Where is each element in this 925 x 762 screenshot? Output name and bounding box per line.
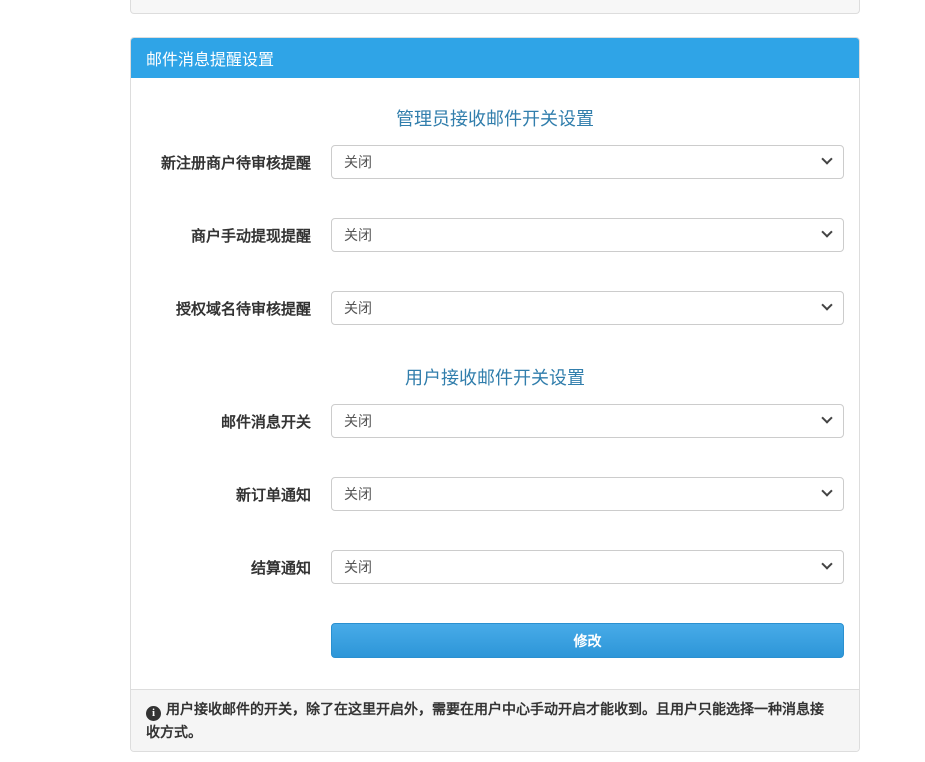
email-settings-panel: 邮件消息提醒设置 管理员接收邮件开关设置 新注册商户待审核提醒 关闭 商户手动提… — [130, 37, 860, 752]
select-wrapper: 关闭 — [331, 218, 844, 252]
new-order-notify-select[interactable]: 关闭 — [331, 477, 844, 511]
field-label-merchant-withdraw: 商户手动提现提醒 — [146, 225, 311, 246]
form-row-new-order-notify: 新订单通知 关闭 — [146, 477, 844, 511]
content-column: 邮件消息提醒设置 管理员接收邮件开关设置 新注册商户待审核提醒 关闭 商户手动提… — [130, 0, 860, 752]
field-label-email-switch: 邮件消息开关 — [146, 411, 311, 432]
select-wrapper: 关闭 — [331, 145, 844, 179]
button-row: 修改 — [146, 623, 844, 658]
section-title-admin: 管理员接收邮件开关设置 — [146, 105, 844, 131]
field-label-new-order-notify: 新订单通知 — [146, 484, 311, 505]
form-row-settlement-notify: 结算通知 关闭 — [146, 550, 844, 584]
section-title-user: 用户接收邮件开关设置 — [146, 364, 844, 390]
panel-header: 邮件消息提醒设置 — [131, 38, 859, 78]
panel-title: 邮件消息提醒设置 — [146, 52, 274, 69]
select-wrapper: 关闭 — [331, 404, 844, 438]
page: 邮件消息提醒设置 管理员接收邮件开关设置 新注册商户待审核提醒 关闭 商户手动提… — [0, 0, 925, 762]
new-merchant-review-select[interactable]: 关闭 — [331, 145, 844, 179]
panel-footer: i用户接收邮件的开关，除了在这里开启外，需要在用户中心手动开启才能收到。且用户只… — [131, 689, 859, 751]
footer-note-wrapper: i用户接收邮件的开关，除了在这里开启外，需要在用户中心手动开启才能收到。且用户只… — [146, 698, 836, 743]
submit-button[interactable]: 修改 — [331, 623, 844, 658]
field-label-new-merchant-review: 新注册商户待审核提醒 — [146, 152, 311, 173]
previous-panel-footer — [130, 0, 860, 14]
panel-body: 管理员接收邮件开关设置 新注册商户待审核提醒 关闭 商户手动提现提醒 关闭 — [131, 78, 859, 689]
select-wrapper: 关闭 — [331, 477, 844, 511]
form-row-merchant-withdraw: 商户手动提现提醒 关闭 — [146, 218, 844, 252]
field-label-auth-domain-review: 授权域名待审核提醒 — [146, 298, 311, 319]
form-row-email-switch: 邮件消息开关 关闭 — [146, 404, 844, 438]
info-icon: i — [146, 706, 161, 721]
button-spacer — [146, 623, 331, 658]
footer-note: 用户接收邮件的开关，除了在这里开启外，需要在用户中心手动开启才能收到。且用户只能… — [146, 701, 824, 740]
select-wrapper: 关闭 — [331, 550, 844, 584]
merchant-withdraw-select[interactable]: 关闭 — [331, 218, 844, 252]
select-wrapper: 关闭 — [331, 291, 844, 325]
email-switch-select[interactable]: 关闭 — [331, 404, 844, 438]
form-row-new-merchant-review: 新注册商户待审核提醒 关闭 — [146, 145, 844, 179]
auth-domain-review-select[interactable]: 关闭 — [331, 291, 844, 325]
field-label-settlement-notify: 结算通知 — [146, 557, 311, 578]
settlement-notify-select[interactable]: 关闭 — [331, 550, 844, 584]
form-row-auth-domain-review: 授权域名待审核提醒 关闭 — [146, 291, 844, 325]
